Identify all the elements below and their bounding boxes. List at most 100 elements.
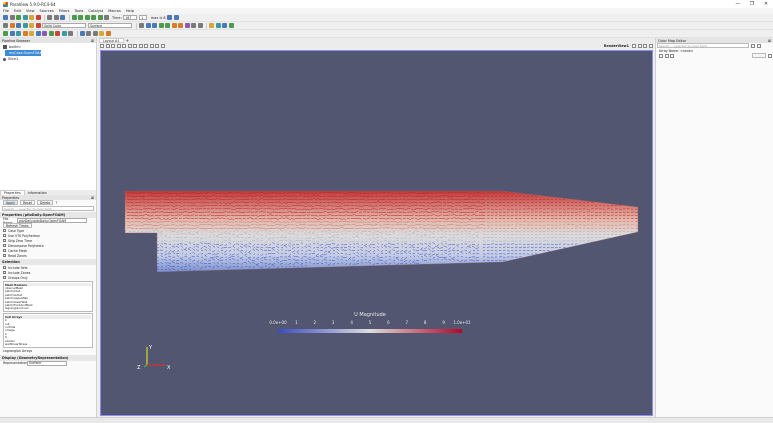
stream-tracer-icon[interactable] — [48, 31, 54, 36]
glyph-filter-icon[interactable] — [42, 31, 47, 36]
settings-icon[interactable] — [756, 43, 761, 48]
open-icon[interactable] — [3, 15, 8, 20]
close-icon[interactable]: ⊠ — [91, 39, 94, 43]
render-scene[interactable]: U Magnitude 0.0e+00 1 2 3 4 5 6 7 8 9 1.0e+01 Y Z … — [101, 51, 652, 415]
view-plus-z-icon[interactable] — [171, 23, 177, 28]
menu-edit[interactable]: Edit — [14, 9, 21, 13]
close-view-icon[interactable] — [648, 44, 653, 48]
orientation-axes-icon[interactable] — [215, 23, 221, 28]
loop-icon[interactable] — [104, 15, 109, 20]
reset-map-icon[interactable] — [664, 53, 669, 58]
visibility-eye-icon[interactable] — [3, 57, 6, 61]
menu-view[interactable]: View — [26, 9, 35, 13]
apply-button[interactable]: Apply — [3, 200, 18, 205]
next-frame-icon[interactable] — [91, 15, 96, 20]
tab-properties[interactable]: Properties — [0, 190, 25, 195]
clear-selection-icon[interactable] — [105, 31, 111, 36]
contour-filter-icon[interactable] — [9, 31, 15, 36]
checkbox[interactable] — [3, 239, 6, 242]
option-row[interactable]: Read Zones — [0, 253, 96, 258]
maximize-button[interactable]: ❐ — [745, 0, 759, 8]
checkbox[interactable] — [3, 276, 6, 279]
mesh-regions-list[interactable]: Mesh Regions internalMesh patch/inlet pa… — [3, 281, 93, 313]
find-data-icon[interactable] — [79, 31, 85, 36]
shrink-selection-icon[interactable] — [155, 44, 159, 48]
select-cells-on-icon[interactable] — [116, 44, 121, 48]
interactive-select-icon[interactable] — [133, 44, 137, 48]
undo-icon[interactable] — [47, 15, 52, 20]
isometric-view-icon[interactable] — [184, 23, 190, 28]
camera-undo-icon[interactable] — [167, 15, 173, 20]
lagrangian-arrays-row[interactable]: Lagrangian Arrays — [0, 349, 96, 354]
first-frame-icon[interactable] — [71, 15, 77, 20]
add-layout-icon[interactable]: + — [126, 38, 129, 43]
menu-sources[interactable]: Sources — [40, 9, 54, 13]
menu-tools[interactable]: Tools — [75, 9, 84, 13]
checkbox[interactable] — [3, 254, 6, 257]
close-icon[interactable]: ⊠ — [768, 39, 771, 43]
save-icon[interactable] — [9, 15, 15, 20]
play-icon[interactable] — [84, 15, 90, 20]
close-icon[interactable]: ⊠ — [91, 196, 94, 200]
rotate-minus-90-icon[interactable] — [197, 23, 203, 28]
hover-points-icon[interactable] — [138, 44, 143, 48]
clear-selection-icon[interactable] — [160, 44, 165, 48]
extract-level-icon[interactable] — [68, 31, 73, 36]
select-cells-icon[interactable] — [86, 31, 91, 36]
representation-select[interactable]: Surface — [88, 23, 132, 28]
close-button[interactable]: ✕ — [759, 0, 773, 8]
warp-vector-icon[interactable] — [55, 31, 60, 36]
hover-cells-icon[interactable] — [144, 44, 148, 48]
select-cells-through-icon[interactable] — [127, 44, 132, 48]
menu-macros[interactable]: Macros — [108, 9, 121, 13]
use-separate-map-icon[interactable] — [659, 53, 663, 58]
render-view[interactable]: U Magnitude 0.0e+00 1 2 3 4 5 6 7 8 9 1.0e+01 Y Z … — [100, 50, 653, 416]
gear-icon[interactable] — [751, 43, 755, 48]
coloring-select[interactable]: Solid Color — [42, 23, 86, 28]
select-block-icon[interactable] — [99, 31, 104, 36]
load-state-icon[interactable] — [22, 15, 28, 20]
view-minus-y-icon[interactable] — [165, 23, 170, 28]
camera-redo-icon[interactable] — [173, 15, 179, 20]
menu-filters[interactable]: Filters — [59, 9, 70, 13]
reset-camera-icon[interactable] — [105, 44, 110, 48]
reset-button[interactable]: Reset — [20, 200, 35, 205]
last-frame-icon[interactable] — [97, 15, 103, 20]
split-horizontal-icon[interactable] — [632, 44, 636, 48]
refresh-times-button[interactable]: Refresh Times — [3, 223, 32, 228]
help-icon[interactable]: ? — [55, 201, 57, 205]
extract-subset-icon[interactable] — [35, 31, 41, 36]
threshold-filter-icon[interactable] — [29, 31, 34, 36]
rescale-custom-icon[interactable] — [22, 23, 28, 28]
view-plus-x-icon[interactable] — [145, 23, 151, 28]
cell-arrays-list[interactable]: Cell Arrays k nut nuTilda omega p U epsi… — [3, 313, 93, 348]
camera-capture-icon[interactable] — [100, 44, 104, 48]
checkbox[interactable] — [3, 244, 6, 247]
calculator-filter-icon[interactable] — [3, 31, 8, 36]
list-item[interactable]: wallShearStress — [5, 342, 91, 345]
menu-file[interactable]: File — [3, 9, 9, 13]
connect-icon[interactable] — [29, 15, 34, 20]
checkbox[interactable] — [3, 229, 6, 232]
color-map-search-input[interactable]: Search ... (use Esc to clear text) — [657, 43, 749, 48]
menu-help[interactable]: Help — [126, 9, 134, 13]
edit-color-map-icon[interactable] — [9, 23, 15, 28]
save-map-icon[interactable] — [670, 53, 674, 58]
tab-layout-1[interactable]: Layout #1 — [99, 38, 124, 43]
rescale-visible-icon[interactable] — [35, 23, 41, 28]
rescale-range-icon[interactable] — [16, 23, 21, 28]
center-axes-icon[interactable] — [222, 23, 227, 28]
tab-information[interactable]: Information — [25, 190, 50, 195]
checkbox[interactable] — [3, 266, 6, 269]
minimize-button[interactable]: — — [731, 0, 745, 8]
properties-search-input[interactable]: Search ... (use Esc to clear text) — [2, 206, 94, 211]
pipeline-tree[interactable]: builtin: myCase.OpenFOAM Slice1 — [0, 43, 96, 190]
checkbox[interactable] — [3, 234, 6, 237]
save-state-icon[interactable] — [16, 15, 21, 20]
redo-icon[interactable] — [53, 15, 59, 20]
select-points-on-icon[interactable] — [111, 44, 115, 48]
interaction-mode-icon[interactable] — [209, 23, 214, 28]
advanced-gear-icon[interactable] — [767, 53, 772, 58]
disconnect-icon[interactable] — [35, 15, 41, 20]
pipeline-item-slice[interactable]: Slice1 — [0, 56, 96, 62]
